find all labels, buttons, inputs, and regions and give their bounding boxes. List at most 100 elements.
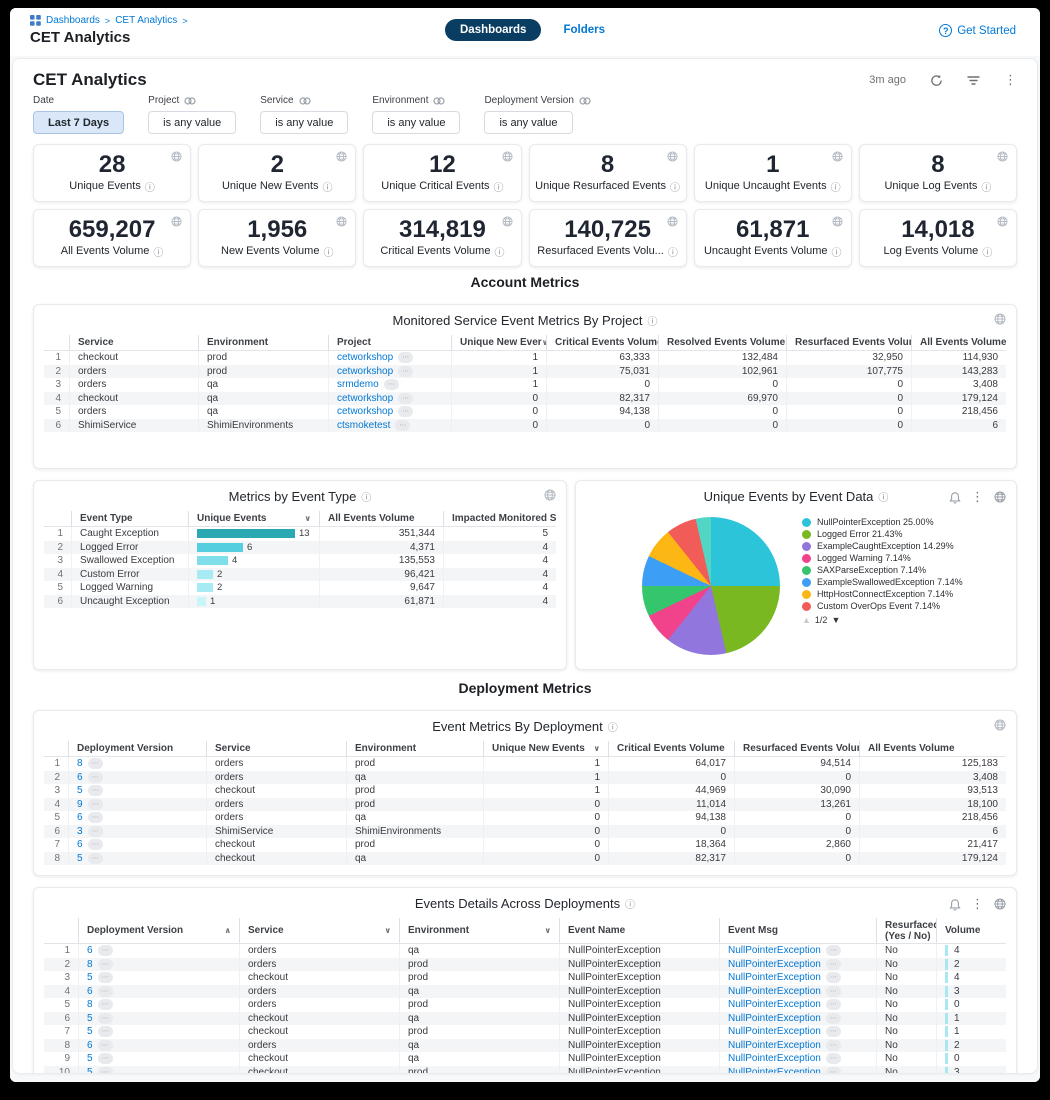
info-icon[interactable]: ⓘ (831, 179, 841, 194)
info-icon[interactable]: ⓘ (145, 179, 155, 194)
more-icon[interactable]: ⋯ (398, 366, 413, 377)
tab-folders[interactable]: Folders (563, 24, 605, 36)
col-resurfaced[interactable]: Resurfaced Events Volume (786, 335, 911, 350)
cell-event-msg-link[interactable]: NullPointerException (728, 1067, 821, 1074)
cell-version-link[interactable]: 6 (87, 986, 93, 997)
cell-event-msg-link[interactable]: NullPointerException (728, 986, 821, 997)
more-icon[interactable]: ⋯ (398, 406, 413, 417)
col-unique-events[interactable]: Unique Events∨ (188, 511, 319, 526)
col-volume[interactable]: Volume (936, 918, 1006, 943)
cell-event-msg-link[interactable]: NullPointerException (728, 945, 821, 956)
cell-version-link[interactable]: 5 (77, 853, 83, 864)
more-icon[interactable]: ⋯ (826, 1067, 841, 1074)
cell-event-msg-link[interactable]: NullPointerException (728, 1040, 821, 1051)
more-icon[interactable]: ⋯ (88, 812, 103, 823)
more-icon[interactable]: ⋯ (398, 393, 413, 404)
more-icon[interactable]: ⋯ (98, 999, 113, 1010)
breadcrumb-dashboards[interactable]: Dashboards (46, 15, 100, 26)
col-deployment-version[interactable]: Deployment Version (68, 741, 206, 756)
filter-project-value[interactable]: is any value (148, 111, 236, 134)
info-icon[interactable]: ⓘ (361, 489, 371, 504)
info-icon[interactable]: ⓘ (981, 179, 991, 194)
cell-project-link[interactable]: cetworkshop (337, 406, 393, 417)
col-critical[interactable]: Critical Events Volume (546, 335, 658, 350)
more-icon[interactable]: ⋯ (88, 839, 103, 850)
cell-version-link[interactable]: 6 (77, 812, 83, 823)
cell-version-link[interactable]: 5 (87, 1026, 93, 1037)
cell-project-link[interactable]: srmdemo (337, 379, 379, 390)
more-icon[interactable]: ⋯ (88, 826, 103, 837)
filter-icon[interactable] (967, 75, 980, 86)
col-all[interactable]: All Events Volume (911, 335, 1006, 350)
cell-event-msg-link[interactable]: NullPointerException (728, 972, 821, 983)
legend-item[interactable]: ExampleSwallowedException 7.14% (802, 577, 980, 588)
more-icon[interactable]: ⋯ (98, 1067, 113, 1074)
info-icon[interactable]: ⓘ (647, 313, 657, 328)
kebab-menu-icon[interactable]: ⋮ (1004, 72, 1017, 88)
cell-version-link[interactable]: 6 (87, 1040, 93, 1051)
cell-version-link[interactable]: 5 (87, 1053, 93, 1064)
cell-version-link[interactable]: 8 (77, 758, 83, 769)
cell-project-link[interactable]: ctsmoketest (337, 420, 390, 431)
bell-icon[interactable] (949, 898, 961, 911)
col-all[interactable]: All Events Volume (859, 741, 1006, 756)
info-icon[interactable]: ⓘ (670, 179, 680, 194)
cell-project-link[interactable]: cetworkshop (337, 352, 393, 363)
breadcrumb-cet-analytics[interactable]: CET Analytics (115, 15, 177, 26)
more-icon[interactable]: ⋯ (98, 1053, 113, 1064)
more-icon[interactable]: ⋯ (826, 945, 841, 956)
info-icon[interactable]: ⓘ (982, 244, 992, 259)
col-unique-new[interactable]: Unique New Events∨ (483, 741, 608, 756)
pie-chart[interactable] (642, 517, 780, 655)
more-icon[interactable]: ⋯ (98, 1040, 113, 1051)
col-service[interactable]: Service∨ (239, 918, 399, 943)
cell-version-link[interactable]: 9 (77, 799, 83, 810)
cell-event-msg-link[interactable]: NullPointerException (728, 1026, 821, 1037)
kebab-menu-icon[interactable]: ⋮ (971, 489, 984, 505)
col-environment[interactable]: Environment (346, 741, 483, 756)
col-impacted[interactable]: Impacted Monitored Services (443, 511, 556, 526)
cell-project-link[interactable]: cetworkshop (337, 366, 393, 377)
col-environment[interactable]: Environment (198, 335, 328, 350)
info-icon[interactable]: ⓘ (878, 489, 888, 504)
col-service[interactable]: Service (206, 741, 346, 756)
sort-desc-icon[interactable]: ∨ (305, 514, 312, 523)
info-icon[interactable]: ⓘ (494, 179, 504, 194)
col-event-msg[interactable]: Event Msg (719, 918, 876, 943)
col-critical[interactable]: Critical Events Volume (608, 741, 734, 756)
more-icon[interactable]: ⋯ (826, 1053, 841, 1064)
bell-icon[interactable] (949, 491, 961, 504)
col-event-name[interactable]: Event Name (559, 918, 719, 943)
cell-version-link[interactable]: 5 (77, 785, 83, 796)
more-icon[interactable]: ⋯ (98, 986, 113, 997)
legend-item[interactable]: NullPointerException 25.00% (802, 517, 980, 528)
cell-version-link[interactable]: 6 (77, 839, 83, 850)
info-icon[interactable]: ⓘ (832, 244, 842, 259)
info-icon[interactable]: ⓘ (153, 244, 163, 259)
legend-item[interactable]: SAXParseException 7.14% (802, 565, 980, 576)
col-all-volume[interactable]: All Events Volume (319, 511, 443, 526)
sort-desc-icon[interactable]: ∨ (594, 744, 601, 753)
more-icon[interactable]: ⋯ (98, 945, 113, 956)
filter-environment-value[interactable]: is any value (372, 111, 460, 134)
more-icon[interactable]: ⋯ (826, 959, 841, 970)
more-icon[interactable]: ⋯ (98, 959, 113, 970)
cell-event-msg-link[interactable]: NullPointerException (728, 1013, 821, 1024)
info-icon[interactable]: ⓘ (494, 244, 504, 259)
cell-event-msg-link[interactable]: NullPointerException (728, 959, 821, 970)
more-icon[interactable]: ⋯ (88, 853, 103, 864)
more-icon[interactable]: ⋯ (826, 999, 841, 1010)
col-resolved[interactable]: Resolved Events Volume (658, 335, 786, 350)
more-icon[interactable]: ⋯ (398, 352, 413, 363)
more-icon[interactable]: ⋯ (826, 972, 841, 983)
more-icon[interactable]: ⋯ (98, 1026, 113, 1037)
more-icon[interactable]: ⋯ (826, 1026, 841, 1037)
sort-desc-icon[interactable]: ∨ (545, 926, 552, 935)
more-icon[interactable]: ⋯ (826, 1040, 841, 1051)
info-icon[interactable]: ⓘ (608, 719, 618, 734)
cell-event-msg-link[interactable]: NullPointerException (728, 1053, 821, 1064)
cell-version-link[interactable]: 3 (77, 826, 83, 837)
cell-event-msg-link[interactable]: NullPointerException (728, 999, 821, 1010)
cell-version-link[interactable]: 8 (87, 959, 93, 970)
legend-item[interactable]: HttpHostConnectException 7.14% (802, 589, 980, 600)
